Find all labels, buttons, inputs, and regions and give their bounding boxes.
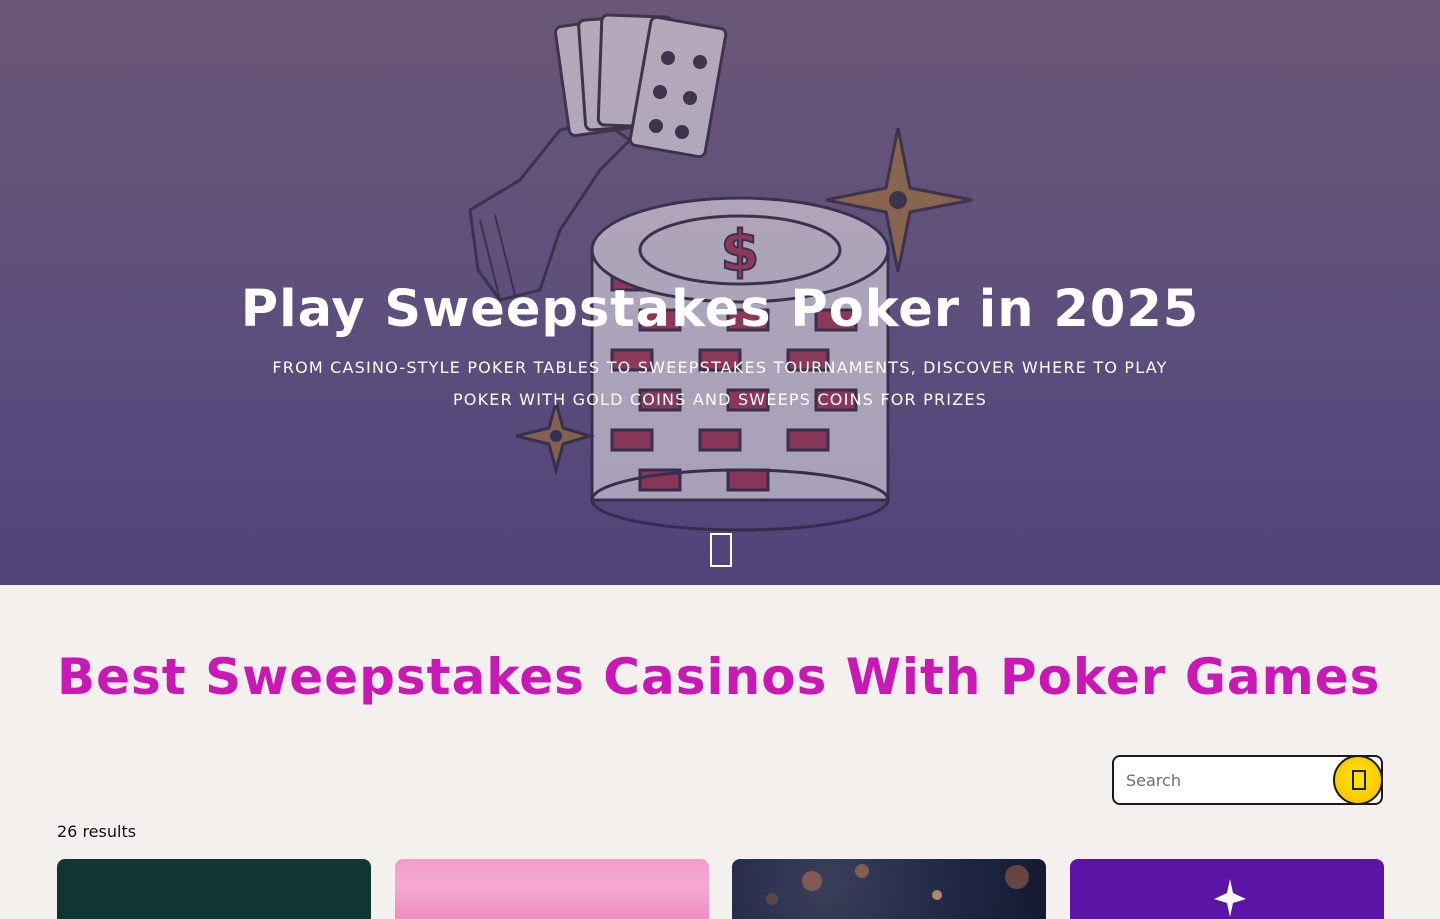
lantern-image bbox=[766, 864, 1029, 905]
casino-card-1[interactable] bbox=[57, 859, 371, 919]
star-logo-icon bbox=[1214, 879, 1246, 917]
casino-card-4[interactable] bbox=[1070, 859, 1384, 919]
page-title: Play Sweepstakes Poker in 2025 bbox=[240, 280, 1200, 339]
casino-card-2[interactable] bbox=[395, 859, 709, 919]
hero-banner: $ Play Sweepstakes Poker in 2025 From ca… bbox=[0, 0, 1440, 585]
results-count: 26 results bbox=[57, 822, 137, 841]
search-icon bbox=[1352, 770, 1366, 790]
casino-card-3[interactable] bbox=[732, 859, 1046, 919]
hero-subtitle: From casino-style poker tables to sweeps… bbox=[272, 358, 1168, 409]
scroll-down-icon[interactable] bbox=[710, 533, 732, 567]
svg-text:$: $ bbox=[721, 219, 760, 284]
section-title: Best Sweepstakes Casinos With Poker Game… bbox=[57, 648, 1381, 706]
search-input[interactable] bbox=[1126, 767, 1326, 793]
search-button[interactable] bbox=[1333, 755, 1383, 805]
